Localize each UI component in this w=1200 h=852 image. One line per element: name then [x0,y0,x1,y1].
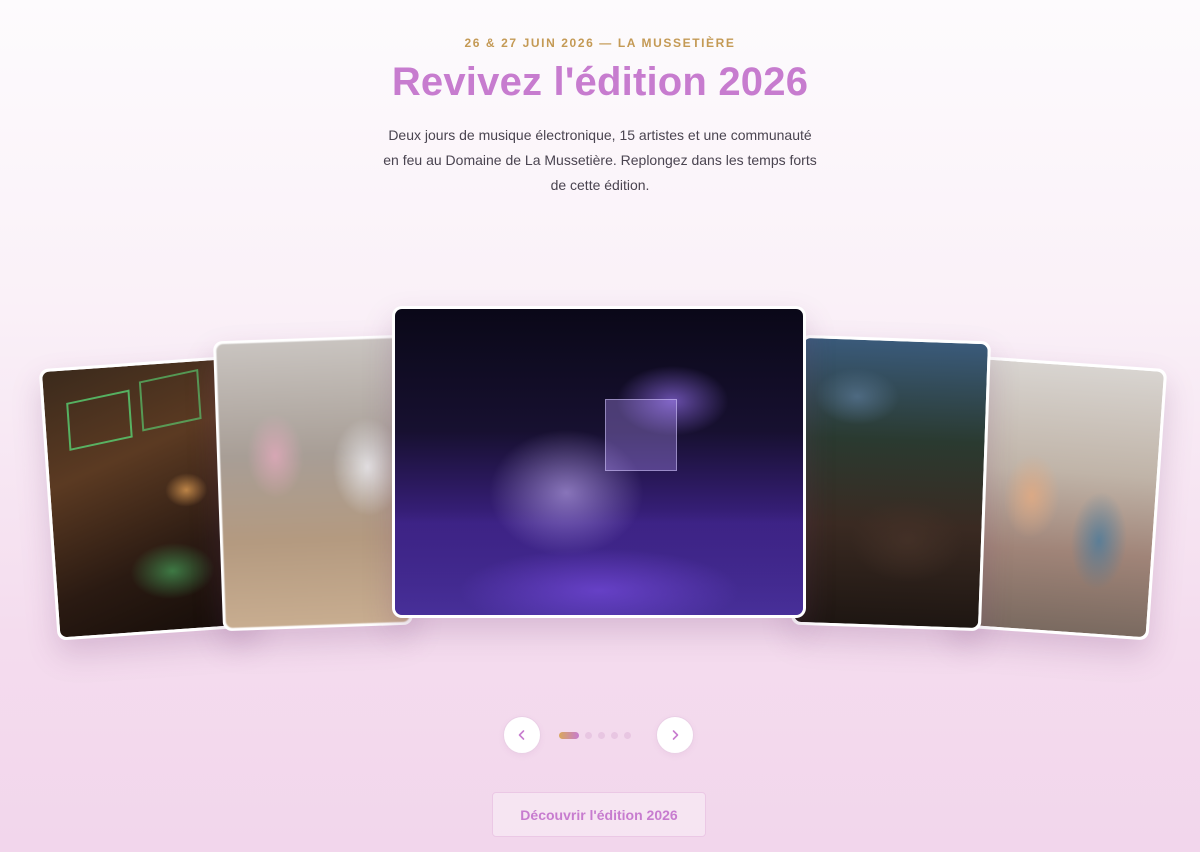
pagination-dot-4[interactable] [611,731,618,739]
slide-photo [216,337,410,629]
pagination-dot-1[interactable] [559,731,579,739]
slide-photo [395,309,803,615]
photo-carousel[interactable] [0,300,1200,660]
carousel-pagination [559,731,631,739]
carousel-slide-4[interactable] [790,334,992,632]
chevron-left-icon [518,730,525,740]
slide-photo [794,337,988,629]
event-date-location: 26 & 27 JUIN 2026 — LA MUSSETIÈRE [464,36,736,50]
chevron-right-icon [672,730,679,740]
carousel-slide-2[interactable] [212,334,414,632]
discover-edition-button[interactable]: Découvrir l'édition 2026 [492,792,706,837]
carousel-prev-button[interactable] [503,716,541,754]
pagination-dot-5[interactable] [624,731,631,739]
carousel-slide-active[interactable] [392,306,806,618]
hero-description: Deux jours de musique électronique, 15 a… [383,127,817,193]
page-title: Revivez l'édition 2026 [391,60,809,104]
pagination-dot-2[interactable] [585,731,592,739]
carousel-next-button[interactable] [656,716,694,754]
pagination-dot-3[interactable] [598,731,605,739]
